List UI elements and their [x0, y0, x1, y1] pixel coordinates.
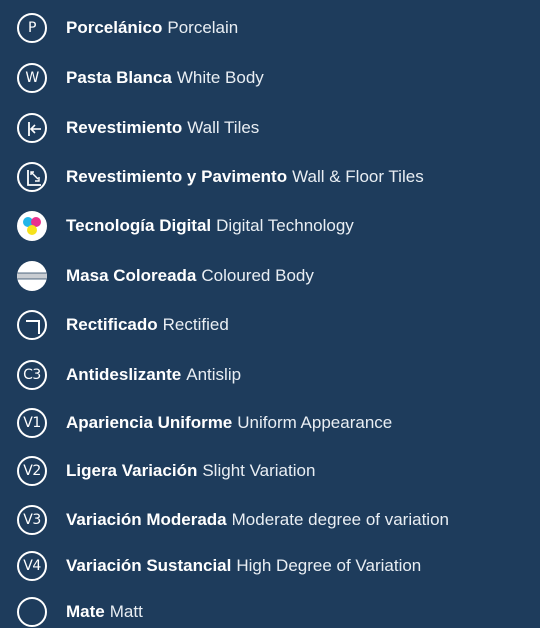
legend-label: Tecnología Digital Digital Technology [66, 211, 354, 241]
legend-label: Pasta Blanca White Body [66, 63, 264, 93]
label-es: Mate [66, 602, 105, 621]
wall-floor-tile-arrow-glyph [27, 170, 41, 186]
rectified-corner-icon [17, 310, 47, 340]
legend-item-porcelain: P Porcelánico Porcelain [17, 13, 238, 43]
label-en: Wall & Floor Tiles [292, 167, 424, 186]
v3-icon: V3 [17, 505, 47, 535]
label-es: Ligera Variación [66, 461, 198, 480]
v1-icon-letter: V1 [23, 415, 41, 431]
label-es: Antideslizante [66, 365, 182, 384]
v2-icon-letter: V2 [23, 463, 41, 479]
legend-label: Variación Sustancial High Degree of Varia… [66, 551, 421, 581]
legend-label: Revestimiento y Pavimento Wall & Floor Ti… [66, 162, 424, 192]
label-en: Matt [109, 602, 143, 621]
legend-item-digital-technology: Tecnología Digital Digital Technology [17, 211, 354, 241]
label-es: Apariencia Uniforme [66, 413, 233, 432]
legend-label: Variación Moderada Moderate degree of var… [66, 505, 449, 535]
legend-item-rectified: Rectificado Rectified [17, 310, 229, 340]
label-es: Variación Sustancial [66, 556, 232, 575]
rectified-corner-glyph [26, 320, 40, 334]
matt-circle-icon [17, 597, 47, 627]
label-es: Masa Coloreada [66, 266, 197, 285]
legend-item-moderate-variation: V3 Variación Moderada Moderate degree of … [17, 505, 449, 535]
label-es: Revestimiento [66, 118, 183, 137]
label-en: White Body [176, 68, 264, 87]
porcelain-icon: P [17, 13, 47, 43]
legend-item-coloured-body: Masa Coloreada Coloured Body [17, 261, 314, 291]
v1-icon: V1 [17, 408, 47, 438]
label-en: Uniform Appearance [237, 413, 393, 432]
legend-item-high-variation: V4 Variación Sustancial High Degree of Va… [17, 551, 421, 581]
label-en: Slight Variation [202, 461, 316, 480]
label-en: Rectified [162, 315, 229, 334]
label-en: Antislip [186, 365, 242, 384]
label-es: Revestimiento y Pavimento [66, 167, 288, 186]
wall-tile-arrow-icon [17, 113, 47, 143]
v3-icon-letter: V3 [23, 512, 41, 528]
legend-item-wall-floor-tiles: Revestimiento y Pavimento Wall & Floor Ti… [17, 162, 424, 192]
coloured-body-icon [17, 261, 47, 291]
legend-item-uniform-appearance: V1 Apariencia Uniforme Uniform Appearance [17, 408, 392, 438]
label-en: Coloured Body [201, 266, 314, 285]
wall-floor-tile-arrow-icon [17, 162, 47, 192]
legend-item-matt: Mate Matt [17, 597, 143, 627]
legend-label: Apariencia Uniforme Uniform Appearance [66, 408, 392, 438]
legend-label: Rectificado Rectified [66, 310, 229, 340]
label-es: Porcelánico [66, 18, 163, 37]
antislip-icon-letter: C3 [23, 367, 41, 383]
label-en: Digital Technology [216, 216, 354, 235]
legend-label: Revestimiento Wall Tiles [66, 113, 259, 143]
label-es: Pasta Blanca [66, 68, 172, 87]
porcelain-icon-letter: P [28, 20, 36, 36]
label-es: Variación Moderada [66, 510, 227, 529]
coloured-body-glyph [17, 272, 47, 280]
legend-item-antislip: C3 Antideslizante Antislip [17, 360, 241, 390]
legend-label: Porcelánico Porcelain [66, 13, 238, 43]
label-es: Tecnología Digital [66, 216, 212, 235]
legend-label: Mate Matt [66, 597, 143, 627]
legend-label: Masa Coloreada Coloured Body [66, 261, 314, 291]
legend-label: Ligera Variación Slight Variation [66, 456, 315, 486]
v4-icon-letter: V4 [23, 558, 41, 574]
label-en: High Degree of Variation [236, 556, 422, 575]
label-es: Rectificado [66, 315, 158, 334]
white-body-icon-letter: W [25, 70, 39, 86]
antislip-icon: C3 [17, 360, 47, 390]
legend-item-wall-tiles: Revestimiento Wall Tiles [17, 113, 259, 143]
icon-legend: P Porcelánico Porcelain W Pasta Blanca Whi… [0, 0, 540, 628]
legend-label: Antideslizante Antislip [66, 360, 241, 390]
white-body-icon: W [17, 63, 47, 93]
wall-tile-arrow-glyph [28, 122, 41, 136]
cmyk-dots-glyph [23, 217, 41, 235]
cmyk-dots-icon [17, 211, 47, 241]
label-en: Porcelain [167, 18, 239, 37]
label-en: Wall Tiles [187, 118, 260, 137]
v2-icon: V2 [17, 456, 47, 486]
v4-icon: V4 [17, 551, 47, 581]
legend-item-slight-variation: V2 Ligera Variación Slight Variation [17, 456, 315, 486]
label-en: Moderate degree of variation [231, 510, 449, 529]
legend-item-white-body: W Pasta Blanca White Body [17, 63, 264, 93]
